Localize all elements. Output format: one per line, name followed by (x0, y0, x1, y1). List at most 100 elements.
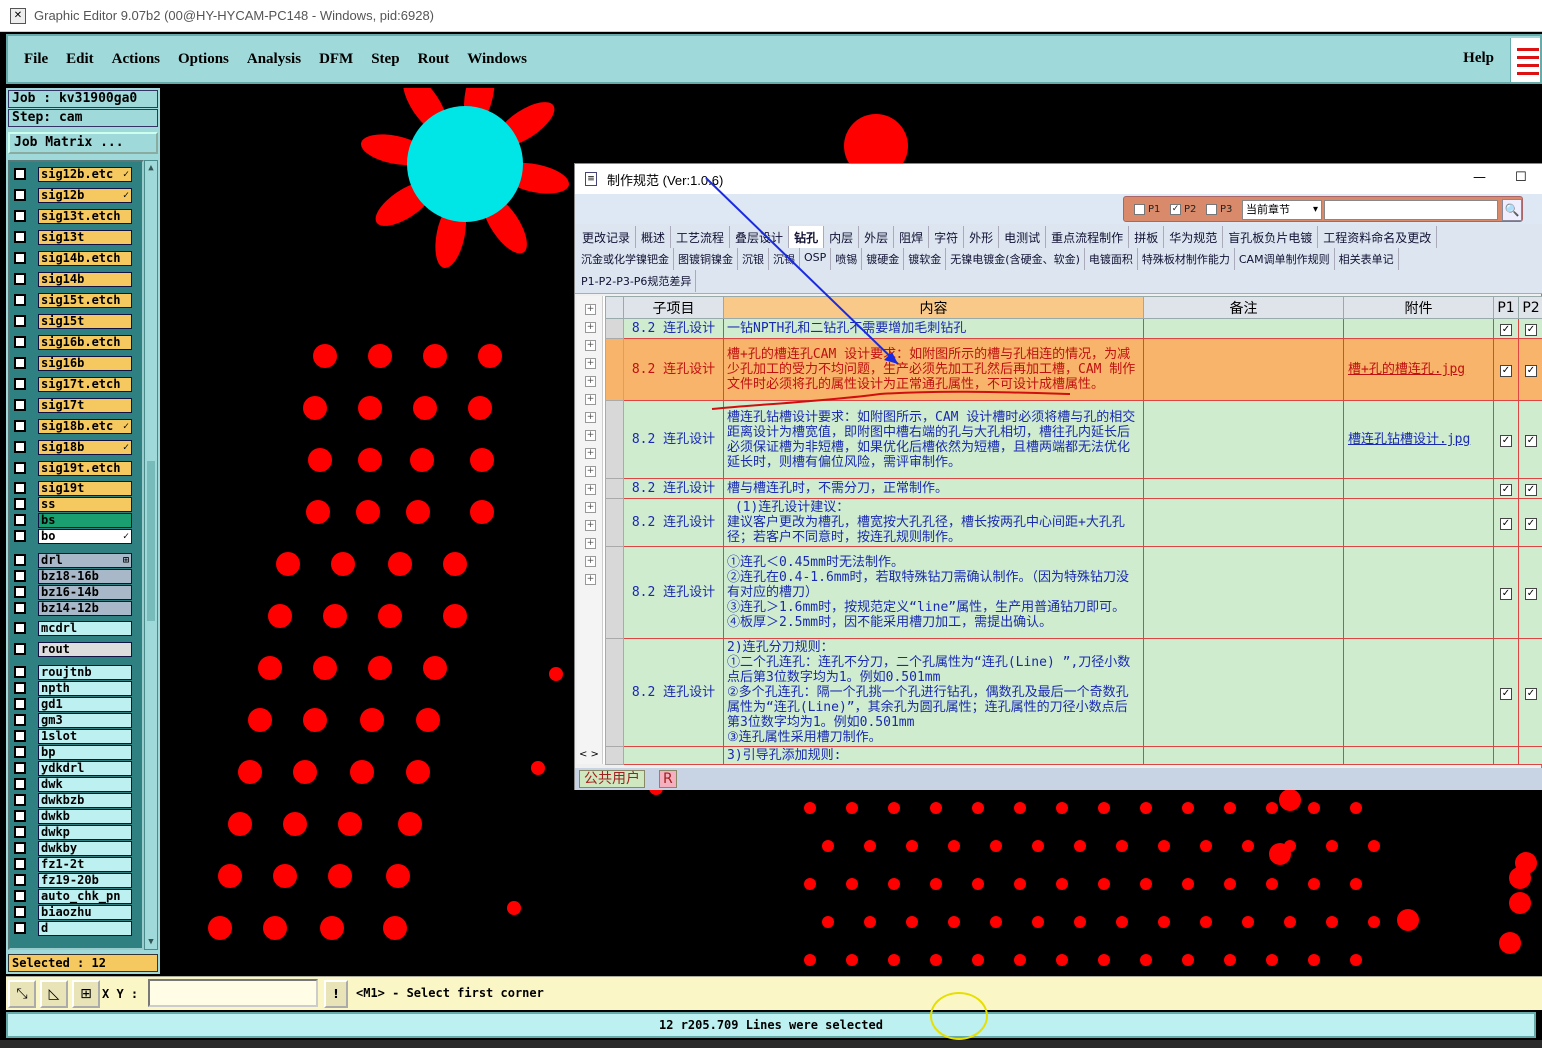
expand-icon[interactable]: + (585, 484, 596, 495)
tab-tabs_row1-7[interactable]: 阻焊 (894, 226, 930, 248)
tab-tabs_row1-11[interactable]: 重点流程制作 (1046, 226, 1130, 248)
column-header-p1[interactable]: P1 (1493, 296, 1519, 319)
layer-checkbox[interactable] (14, 168, 26, 180)
menu-rout[interactable]: Rout (416, 49, 452, 70)
layer-checkbox[interactable] (14, 906, 26, 918)
expand-icon[interactable]: + (585, 340, 596, 351)
tab-tabs_row2-12[interactable]: 相关表单记 (1335, 248, 1399, 270)
checkbox-p2[interactable]: ✓ (1525, 365, 1537, 377)
layer-row-bz18-16b[interactable]: bz18-16b (14, 568, 132, 584)
layer-name[interactable]: sig19t.etch (38, 460, 132, 476)
tab-tabs_row2-8[interactable]: 无镍电镀金(含硬金、软金) (946, 248, 1085, 270)
layer-name[interactable]: sig18b.etc ✓ (38, 418, 132, 434)
row-index-cell[interactable] (605, 546, 624, 639)
checkbox-p1[interactable]: ✓ (1500, 518, 1512, 530)
layer-row-bo[interactable]: bo ✓ (14, 528, 132, 544)
tab-tabs_row2-6[interactable]: 镀硬金 (862, 248, 905, 270)
layer-row-dwkb[interactable]: dwkb (14, 808, 132, 824)
expand-icon[interactable]: + (585, 466, 596, 477)
checkbox-p2[interactable]: ✓ (1525, 484, 1537, 496)
expand-icon[interactable]: + (585, 376, 596, 387)
table-row[interactable]: 8.2 连孔设计 槽与槽连孔时，不需分刀，正常制作。 ✓ ✓ (605, 478, 1542, 499)
checkbox-p2[interactable]: ✓ (1525, 518, 1537, 530)
layer-checkbox[interactable] (14, 643, 26, 655)
tab-tabs_row2-0[interactable]: 沉金或化学镍钯金 (577, 248, 674, 270)
layer-checkbox[interactable] (14, 498, 26, 510)
layer-row-sig18b[interactable]: sig18b ✓ (14, 439, 132, 455)
layer-checkbox[interactable] (14, 714, 26, 726)
layer-checkbox[interactable] (14, 858, 26, 870)
layer-checkbox[interactable] (14, 586, 26, 598)
chapter-select[interactable]: 当前章节 (1242, 200, 1322, 220)
layer-row-gm3[interactable]: gm3 (14, 712, 132, 728)
tab-tabs_row1-9[interactable]: 外形 (964, 226, 1000, 248)
layer-name[interactable]: dwk (38, 776, 132, 792)
expand-icon[interactable]: + (585, 322, 596, 333)
column-header-note[interactable]: 备注 (1143, 296, 1344, 319)
layer-row-rout[interactable]: rout (14, 641, 132, 657)
layer-name[interactable]: mcdrl (38, 620, 132, 636)
layer-row-mcdrl[interactable]: mcdrl (14, 620, 132, 636)
table-row[interactable]: 8.2 连孔设计 槽+孔的槽连孔CAM 设计要求：如附图所示的槽与孔相连的情况，为… (605, 338, 1542, 401)
checkbox-p2[interactable]: ✓ (1525, 588, 1537, 600)
attachment-link[interactable]: 槽+孔的槽连孔.jpg (1343, 338, 1494, 401)
attachment-link[interactable] (1343, 478, 1494, 499)
layer-list-scrollbar[interactable]: ▲ ▼ (144, 160, 158, 950)
layer-row-gd1[interactable]: gd1 (14, 696, 132, 712)
expand-icon[interactable]: + (585, 538, 596, 549)
tab-tabs_row1-1[interactable]: 概述 (636, 226, 672, 248)
layer-checkbox[interactable] (14, 874, 26, 886)
column-header-attachment[interactable]: 附件 (1343, 296, 1494, 319)
search-input[interactable] (1324, 200, 1498, 220)
tab-tabs_row2-11[interactable]: CAM调单制作规则 (1235, 248, 1335, 270)
layer-checkbox[interactable] (14, 602, 26, 614)
maximize-icon[interactable]: ☐ (1515, 170, 1527, 185)
layer-name[interactable]: sig14b.etch (38, 250, 132, 266)
tab-tabs_row1-10[interactable]: 电测试 (999, 226, 1047, 248)
tab-tabs_row2-9[interactable]: 电镀面积 (1085, 248, 1138, 270)
layer-row-sig19t[interactable]: sig19t (14, 480, 132, 496)
layer-checkbox[interactable] (14, 890, 26, 902)
layer-name[interactable]: drl ⊞ (38, 552, 132, 568)
layer-row-dwkbzb[interactable]: dwkbzb (14, 792, 132, 808)
tab-tabs_row1-0[interactable]: 更改记录 (577, 226, 637, 248)
layer-row-bp[interactable]: bp (14, 744, 132, 760)
tab-tabs_row1-14[interactable]: 盲孔板负片电镀 (1223, 226, 1319, 248)
attachment-link[interactable]: 槽连孔钻槽设计.jpg (1343, 400, 1494, 479)
scroll-down-icon[interactable]: ▼ (146, 937, 156, 947)
layer-row-dwkby[interactable]: dwkby (14, 840, 132, 856)
layer-name[interactable]: rout (38, 641, 132, 657)
table-row[interactable]: 8.2 连孔设计 (1)连孔设计建议： 建议客户更改为槽孔，槽宽按大孔孔径，槽长… (605, 498, 1542, 547)
table-row[interactable]: 8.2 连孔设计 一钻NPTH孔和二钻孔不需要增加毛刺钻孔 ✓ ✓ (605, 318, 1542, 339)
layer-name[interactable]: gd1 (38, 696, 132, 712)
column-header-content[interactable]: 内容 (723, 296, 1144, 319)
row-index-cell[interactable] (605, 338, 624, 401)
layer-row-sig16b[interactable]: sig16b (14, 355, 132, 371)
layer-row-fz19-20b[interactable]: fz19-20b (14, 872, 132, 888)
layer-name[interactable]: sig15t (38, 313, 132, 329)
menu-windows[interactable]: Windows (465, 49, 529, 70)
layer-name[interactable]: dwkp (38, 824, 132, 840)
layer-row-sig13t.etch[interactable]: sig13t.etch (14, 208, 132, 224)
layer-row-drl[interactable]: drl ⊞ (14, 552, 132, 568)
layer-checkbox[interactable] (14, 794, 26, 806)
layer-row-sig15t[interactable]: sig15t (14, 313, 132, 329)
expand-icon[interactable]: + (585, 556, 596, 567)
layer-name[interactable]: bz18-16b (38, 568, 132, 584)
layer-row-npth[interactable]: npth (14, 680, 132, 696)
layer-checkbox[interactable] (14, 231, 26, 243)
layer-name[interactable]: sig12b ✓ (38, 187, 132, 203)
layer-checkbox[interactable] (14, 294, 26, 306)
layer-name[interactable]: gm3 (38, 712, 132, 728)
layer-checkbox[interactable] (14, 530, 26, 542)
attachment-link[interactable] (1343, 746, 1494, 765)
zoom-fit-icon[interactable]: ⤡ (8, 980, 36, 1008)
expand-icon[interactable]: + (585, 412, 596, 423)
table-row[interactable]: 8.2 连孔设计 槽连孔钻槽设计要求：如附图所示，CAM 设计槽时必须将槽与孔的相… (605, 400, 1542, 479)
attachment-link[interactable] (1343, 318, 1494, 339)
layer-checkbox[interactable] (14, 336, 26, 348)
expand-icon[interactable]: + (585, 502, 596, 513)
layer-row-sig18b.etc[interactable]: sig18b.etc ✓ (14, 418, 132, 434)
layer-checkbox[interactable] (14, 252, 26, 264)
layer-checkbox[interactable] (14, 482, 26, 494)
